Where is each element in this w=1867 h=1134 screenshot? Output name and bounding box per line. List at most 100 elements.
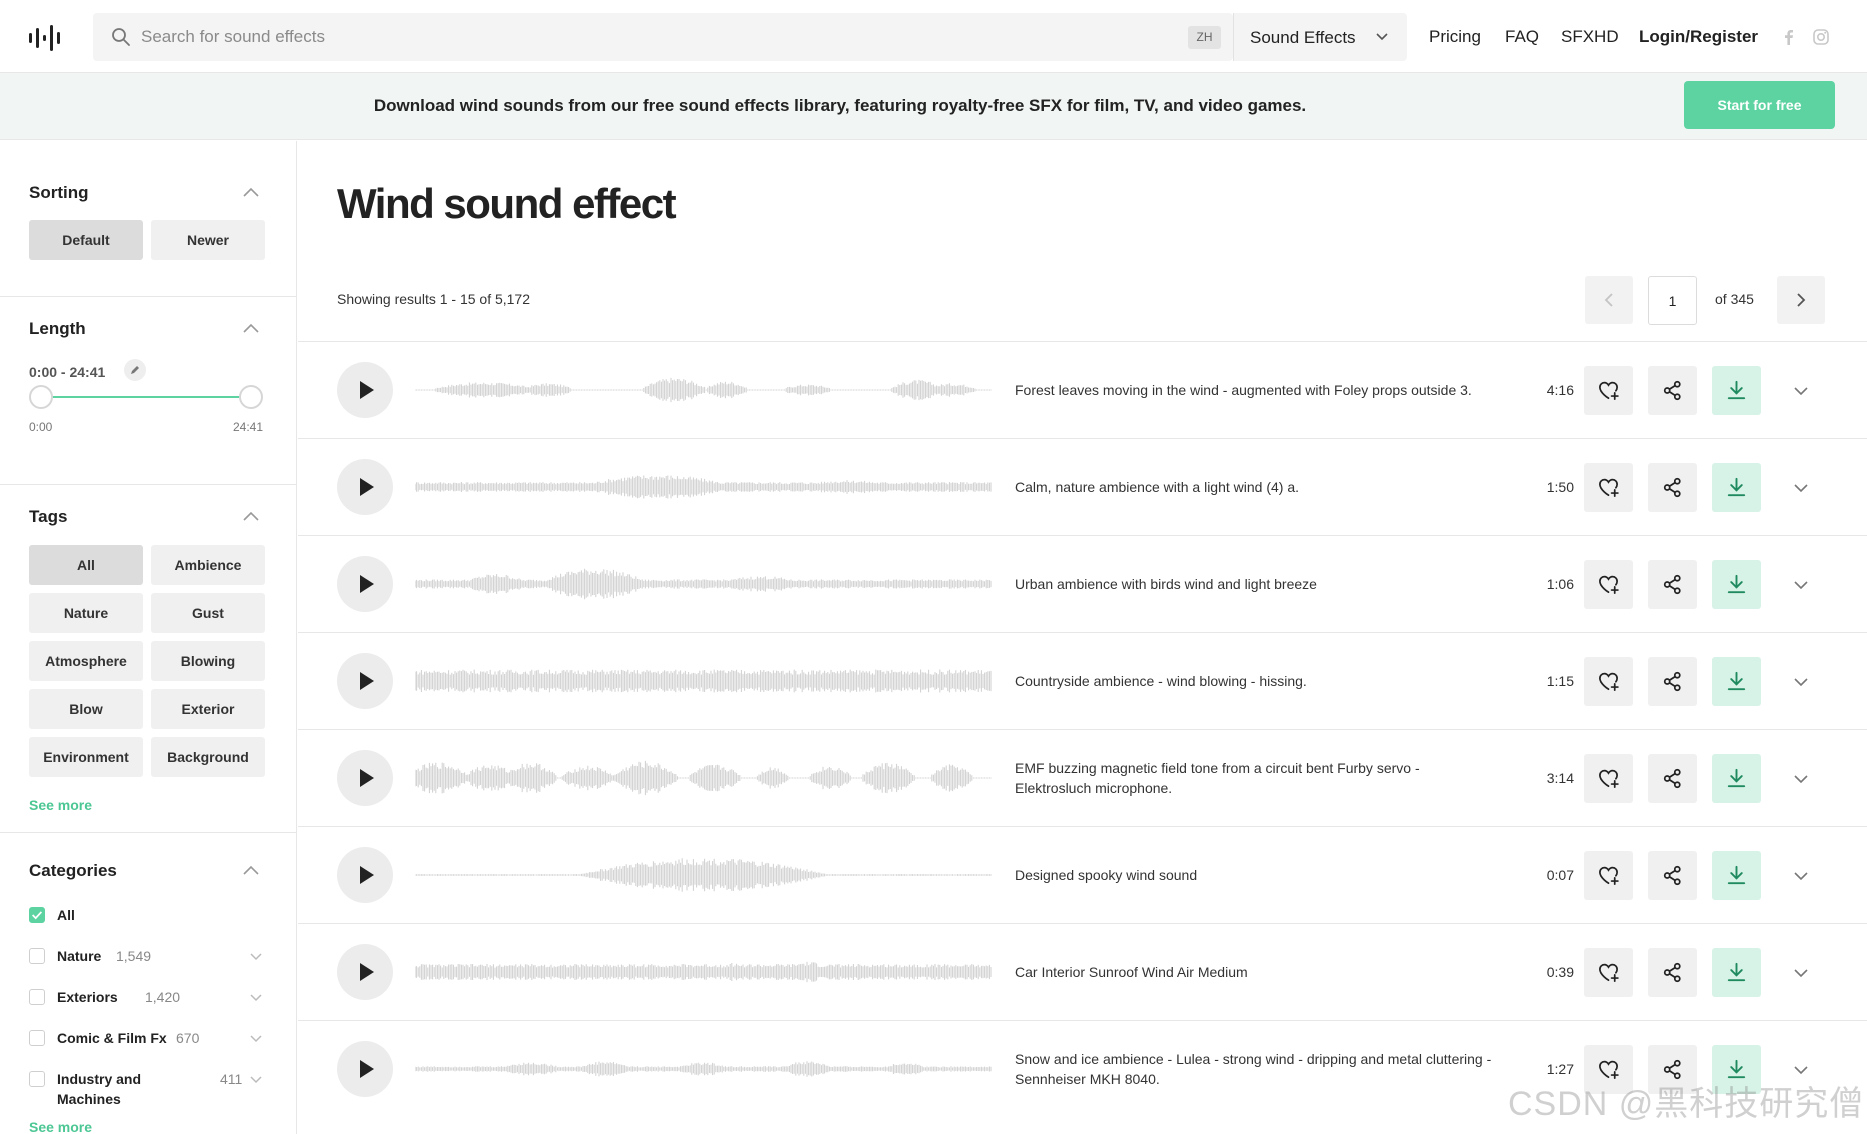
- chevron-up-icon[interactable]: [242, 865, 260, 876]
- download-button[interactable]: [1712, 366, 1761, 415]
- share-button[interactable]: [1648, 754, 1697, 803]
- tag-chip[interactable]: Ambience: [151, 545, 265, 585]
- download-button[interactable]: [1712, 560, 1761, 609]
- play-button[interactable]: [337, 459, 393, 515]
- language-badge[interactable]: ZH: [1188, 26, 1221, 49]
- chevron-down-icon[interactable]: [1793, 1065, 1809, 1075]
- share-button[interactable]: [1648, 560, 1697, 609]
- category-checkbox[interactable]: [29, 1030, 45, 1046]
- sort-newer-button[interactable]: Newer: [151, 220, 265, 260]
- sort-default-button[interactable]: Default: [29, 220, 143, 260]
- tag-chip[interactable]: Blow: [29, 689, 143, 729]
- chevron-down-icon[interactable]: [1793, 580, 1809, 590]
- category-checkbox[interactable]: [29, 948, 45, 964]
- favorite-button[interactable]: [1584, 463, 1633, 512]
- play-button[interactable]: [337, 362, 393, 418]
- chevron-down-icon[interactable]: [250, 953, 262, 961]
- tag-chip[interactable]: Atmosphere: [29, 641, 143, 681]
- favorite-button[interactable]: [1584, 948, 1633, 997]
- play-button[interactable]: [337, 847, 393, 903]
- chevron-down-icon[interactable]: [250, 1076, 262, 1084]
- share-button[interactable]: [1648, 366, 1697, 415]
- sound-title[interactable]: Designed spooky wind sound: [1015, 865, 1495, 885]
- length-slider-track[interactable]: [40, 396, 252, 398]
- download-button[interactable]: [1712, 463, 1761, 512]
- nav-sfxhd[interactable]: SFXHD: [1561, 27, 1619, 47]
- sound-title[interactable]: Urban ambience with birds wind and light…: [1015, 574, 1495, 594]
- content-type-select[interactable]: Sound Effects: [1233, 13, 1407, 61]
- chevron-down-icon[interactable]: [1793, 774, 1809, 784]
- nav-pricing[interactable]: Pricing: [1429, 27, 1481, 47]
- play-button[interactable]: [337, 944, 393, 1000]
- favorite-button[interactable]: [1584, 560, 1633, 609]
- play-button[interactable]: [337, 750, 393, 806]
- download-button[interactable]: [1712, 657, 1761, 706]
- search-input[interactable]: [141, 13, 1141, 61]
- waveform[interactable]: [415, 851, 992, 899]
- share-button[interactable]: [1648, 948, 1697, 997]
- tag-chip[interactable]: All: [29, 545, 143, 585]
- share-button[interactable]: [1648, 463, 1697, 512]
- chevron-down-icon[interactable]: [1793, 871, 1809, 881]
- length-slider-min-handle[interactable]: [29, 385, 53, 409]
- favorite-button[interactable]: [1584, 754, 1633, 803]
- chevron-up-icon[interactable]: [242, 187, 260, 198]
- play-button[interactable]: [337, 556, 393, 612]
- sound-title[interactable]: EMF buzzing magnetic field tone from a c…: [1015, 758, 1495, 798]
- sound-duration: 0:39: [1546, 964, 1574, 980]
- waveform[interactable]: [415, 463, 992, 511]
- chevron-up-icon[interactable]: [242, 511, 260, 522]
- chevron-down-icon[interactable]: [1793, 386, 1809, 396]
- play-button[interactable]: [337, 653, 393, 709]
- waveform[interactable]: [415, 948, 992, 996]
- category-checkbox-all[interactable]: [29, 907, 45, 923]
- length-slider-max-handle[interactable]: [239, 385, 263, 409]
- waveform[interactable]: [415, 366, 992, 414]
- chevron-right-icon: [1797, 293, 1806, 307]
- sound-title[interactable]: Car Interior Sunroof Wind Air Medium: [1015, 962, 1495, 982]
- waveform[interactable]: [415, 560, 992, 608]
- favorite-button[interactable]: [1584, 657, 1633, 706]
- waveform[interactable]: [415, 754, 992, 802]
- tag-chip[interactable]: Background: [151, 737, 265, 777]
- chevron-down-icon[interactable]: [250, 994, 262, 1002]
- sound-title[interactable]: Snow and ice ambience - Lulea - strong w…: [1015, 1049, 1495, 1089]
- pencil-icon[interactable]: [124, 359, 146, 381]
- facebook-icon[interactable]: [1780, 28, 1798, 46]
- tag-chip[interactable]: Environment: [29, 737, 143, 777]
- logo-icon[interactable]: [28, 24, 64, 52]
- categories-see-more-link[interactable]: See more: [29, 1119, 92, 1134]
- chevron-down-icon[interactable]: [1793, 483, 1809, 493]
- tags-see-more-link[interactable]: See more: [29, 797, 92, 813]
- chevron-up-icon[interactable]: [242, 323, 260, 334]
- sound-title[interactable]: Calm, nature ambience with a light wind …: [1015, 477, 1495, 497]
- share-button[interactable]: [1648, 657, 1697, 706]
- download-button[interactable]: [1712, 851, 1761, 900]
- category-checkbox[interactable]: [29, 989, 45, 1005]
- download-button[interactable]: [1712, 754, 1761, 803]
- nav-faq[interactable]: FAQ: [1505, 27, 1539, 47]
- next-page-button[interactable]: [1777, 276, 1825, 324]
- instagram-icon[interactable]: [1812, 28, 1830, 46]
- play-button[interactable]: [337, 1041, 393, 1097]
- start-for-free-button[interactable]: Start for free: [1684, 81, 1835, 129]
- nav-login-register[interactable]: Login/Register: [1639, 27, 1758, 47]
- tag-chip[interactable]: Blowing: [151, 641, 265, 681]
- sound-title[interactable]: Forest leaves moving in the wind - augme…: [1015, 380, 1495, 400]
- page-number-input[interactable]: [1648, 276, 1697, 325]
- prev-page-button[interactable]: [1585, 276, 1633, 324]
- share-button[interactable]: [1648, 851, 1697, 900]
- sound-title[interactable]: Countryside ambience - wind blowing - hi…: [1015, 671, 1495, 691]
- category-checkbox[interactable]: [29, 1071, 45, 1087]
- tag-chip[interactable]: Gust: [151, 593, 265, 633]
- waveform[interactable]: [415, 657, 992, 705]
- waveform[interactable]: [415, 1045, 992, 1093]
- download-button[interactable]: [1712, 948, 1761, 997]
- tag-chip[interactable]: Nature: [29, 593, 143, 633]
- favorite-button[interactable]: [1584, 851, 1633, 900]
- chevron-down-icon[interactable]: [250, 1035, 262, 1043]
- chevron-down-icon[interactable]: [1793, 968, 1809, 978]
- tag-chip[interactable]: Exterior: [151, 689, 265, 729]
- chevron-down-icon[interactable]: [1793, 677, 1809, 687]
- favorite-button[interactable]: [1584, 366, 1633, 415]
